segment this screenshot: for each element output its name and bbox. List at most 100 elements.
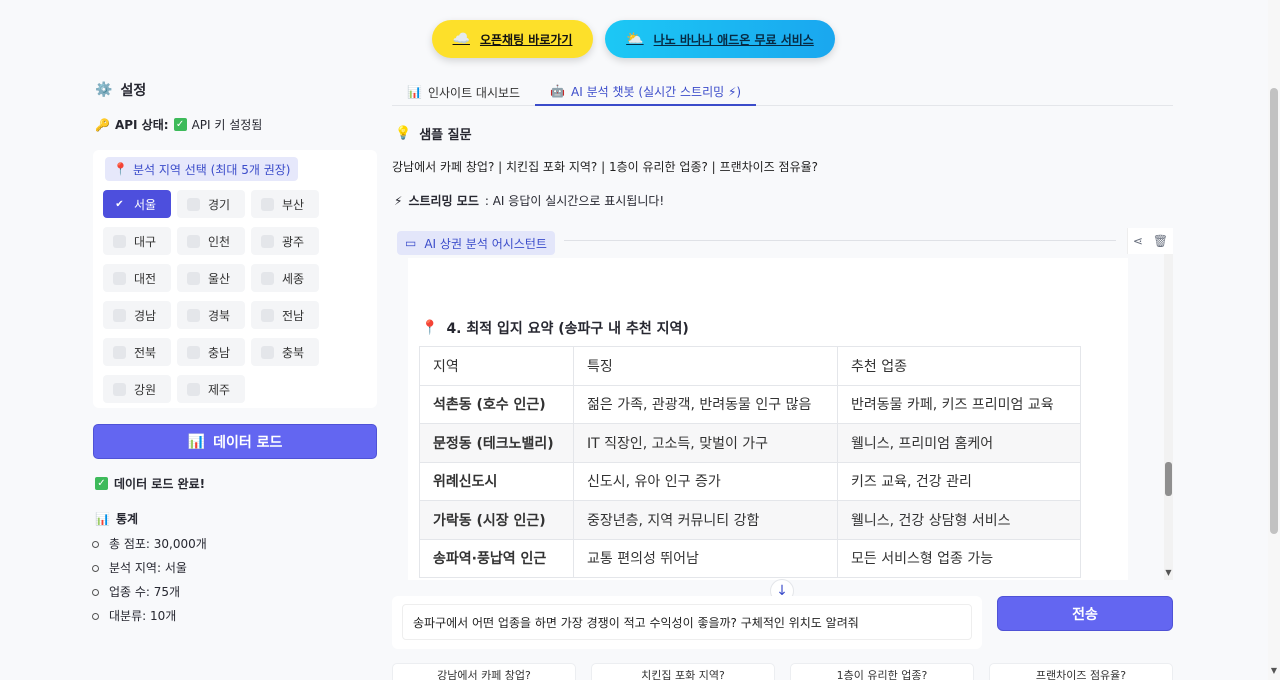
share-icon[interactable]: ⋖	[1133, 234, 1143, 248]
nano-banana-label: 나노 바나나 애드온 무료 서비스	[653, 32, 814, 47]
region-checkbox[interactable]: 충남	[177, 338, 245, 366]
tab-bar: 📊 인사이트 대시보드 🤖 AI 분석 챗봇 (실시간 스트리밍 ⚡)	[392, 78, 1173, 106]
tab-insight-dashboard[interactable]: 📊 인사이트 대시보드	[392, 78, 535, 106]
region-checkbox[interactable]: 대전	[103, 264, 171, 292]
region-label: 세종	[282, 271, 305, 286]
settings-title: ⚙️ 설정	[95, 80, 146, 100]
streaming-mode-note: ⚡ 스트리밍 모드: AI 응답이 실시간으로 표시됩니다!	[394, 192, 664, 209]
checkbox-icon	[187, 345, 200, 359]
load-data-button[interactable]: 📊 데이터 로드	[93, 424, 377, 459]
lightning-icon: ⚡	[394, 193, 403, 208]
checkbox-icon	[187, 197, 200, 211]
region-label: 인천	[208, 234, 231, 249]
region-checkbox[interactable]: 충북	[251, 338, 319, 366]
tab-ai-chatbot[interactable]: 🤖 AI 분석 챗봇 (실시간 스트리밍 ⚡)	[535, 78, 757, 106]
openchat-button[interactable]: ☁️ 오픈채팅 바로가기	[432, 20, 593, 58]
table-row: 석촌동 (호수 인근) 젊은 가족, 관광객, 반려동물 인구 많음 반려동물 카페…	[419, 384, 1081, 424]
chat-scrollbar[interactable]: ▼	[1164, 254, 1173, 580]
region-checkbox[interactable]: 부산	[251, 190, 319, 218]
region-label: 서울	[134, 197, 157, 212]
cloud-icon: ☁️	[452, 31, 470, 47]
region-label: 광주	[282, 234, 305, 249]
assistant-tag-text: AI 상권 분석 어시스턴트	[424, 236, 547, 251]
stream-label: 스트리밍 모드	[408, 194, 479, 208]
tab-label: 인사이트 대시보드	[427, 85, 521, 100]
table-cell: 교통 편의성 뛰어남	[573, 538, 838, 578]
checkbox-icon	[113, 234, 126, 248]
table-cell: 가락동 (시장 인근)	[419, 500, 574, 540]
key-icon: 🔑	[95, 117, 110, 132]
region-checkbox[interactable]: 전북	[103, 338, 171, 366]
checkbox-icon	[187, 234, 200, 248]
sample-title-text: 샘플 질문	[419, 128, 472, 143]
scroll-down-arrow-icon[interactable]: ▼	[1164, 568, 1173, 577]
assistant-message: 📍 4. 최적 입지 요약 (송파구 내 추천 지역) 지역 특징 추천 업종 …	[408, 258, 1128, 603]
checkbox-icon	[113, 382, 126, 396]
region-checkbox[interactable]: 경기	[177, 190, 245, 218]
column-header: 특징	[573, 346, 838, 386]
region-label: 전북	[134, 345, 157, 360]
table-cell: 웰니스, 건강 상담형 서비스	[837, 500, 1081, 540]
stat-item: 업종 수: 75개	[92, 580, 207, 604]
check-icon: ✓	[95, 477, 108, 490]
region-checkbox[interactable]: 경북	[177, 301, 245, 329]
send-button[interactable]: 전송	[997, 596, 1173, 631]
scroll-down-arrow-icon[interactable]: ▼	[1268, 666, 1280, 675]
check-icon: ✓	[173, 118, 187, 131]
table-cell: 신도시, 유아 인구 증가	[573, 461, 838, 501]
quick-question-button[interactable]: 강남에서 카페 창업?	[392, 663, 576, 680]
table-cell: 젊은 가족, 관광객, 반려동물 인구 많음	[573, 384, 838, 424]
page-scroll-thumb[interactable]	[1270, 88, 1278, 534]
region-checkbox[interactable]: 대구	[103, 227, 171, 255]
region-label: 경북	[208, 308, 231, 323]
section-title-text: 4. 최적 입지 요약 (송파구 내 추천 지역)	[446, 321, 689, 337]
scroll-thumb[interactable]	[1165, 462, 1172, 496]
checkbox-icon	[113, 271, 126, 285]
pin-icon: 📍	[421, 320, 439, 336]
sample-questions-text: 강남에서 카페 창업? | 치킨집 포화 지역? | 1층이 유리한 업종? |…	[392, 160, 819, 174]
quick-question-button[interactable]: 프랜차이즈 점유율?	[989, 663, 1173, 680]
load-done-message: ✓ 데이터 로드 완료!	[95, 475, 205, 492]
quick-question-button[interactable]: 치킨집 포화 지역?	[591, 663, 775, 680]
table-cell: 중장년층, 지역 커뮤니티 강함	[573, 500, 838, 540]
region-label: 대구	[134, 234, 157, 249]
region-checkbox[interactable]: 광주	[251, 227, 319, 255]
chat-input-container: 송파구에서 어떤 업종을 하면 가장 경쟁이 적고 수익성이 좋을까? 구체적인…	[392, 596, 982, 649]
region-label: 제주	[208, 382, 231, 397]
trash-icon[interactable]: 🗑	[1153, 234, 1168, 248]
region-selector: 📍 분석 지역 선택 (최대 5개 권장) ✔ 서울 경기 부산 대구 인천 광주 대전 울산 세…	[93, 150, 377, 408]
table-cell: 반려동물 카페, 키즈 프리미엄 교육	[837, 384, 1081, 424]
table-header-row: 지역 특징 추천 업종	[419, 346, 1081, 386]
checkbox-icon	[261, 271, 274, 285]
region-checkbox[interactable]: 전남	[251, 301, 319, 329]
checkbox-icon	[261, 345, 274, 359]
table-cell: 문정동 (테크노밸리)	[419, 423, 574, 463]
bar-chart-icon: 📊	[95, 511, 110, 526]
chat-input[interactable]: 송파구에서 어떤 업종을 하면 가장 경쟁이 적고 수익성이 좋을까? 구체적인…	[402, 604, 972, 640]
region-checkbox[interactable]: 강원	[103, 375, 171, 403]
region-checkbox[interactable]: 인천	[177, 227, 245, 255]
region-checkbox[interactable]: ✔ 서울	[103, 190, 171, 218]
region-checkbox[interactable]: 제주	[177, 375, 245, 403]
stats-title-text: 통계	[115, 512, 139, 526]
location-table: 지역 특징 추천 업종 석촌동 (호수 인근) 젊은 가족, 관광객, 반려동물 …	[419, 346, 1081, 578]
region-label: 강원	[134, 382, 157, 397]
nano-banana-button[interactable]: ⛅ 나노 바나나 애드온 무료 서비스	[605, 20, 835, 58]
region-checkbox[interactable]: 경남	[103, 301, 171, 329]
sample-questions-title: 💡 샘플 질문	[395, 124, 472, 143]
assistant-tag: ▭ AI 상권 분석 어시스턴트	[397, 231, 555, 255]
region-label: 부산	[282, 197, 305, 212]
region-checkbox[interactable]: 울산	[177, 264, 245, 292]
table-cell: 위례신도시	[419, 461, 574, 501]
table-body: 석촌동 (호수 인근) 젊은 가족, 관광객, 반려동물 인구 많음 반려동물 카페…	[419, 384, 1081, 578]
quick-question-button[interactable]: 1층이 유리한 업종?	[790, 663, 974, 680]
region-label: 경기	[208, 197, 231, 212]
table-row: 가락동 (시장 인근) 중장년층, 지역 커뮤니티 강함 웰니스, 건강 상담형 서…	[419, 500, 1081, 540]
pin-icon: 📍	[113, 162, 128, 176]
table-row: 송파역·풍납역 인근 교통 편의성 뛰어남 모든 서비스형 업종 가능	[419, 538, 1081, 578]
chat-area: 📍 4. 최적 입지 요약 (송파구 내 추천 지역) 지역 특징 추천 업종 …	[392, 228, 1173, 603]
page-scrollbar[interactable]: ▼	[1268, 0, 1280, 680]
checkbox-icon	[187, 271, 200, 285]
region-checkbox[interactable]: 세종	[251, 264, 319, 292]
bar-chart-icon: 📊	[407, 85, 422, 99]
